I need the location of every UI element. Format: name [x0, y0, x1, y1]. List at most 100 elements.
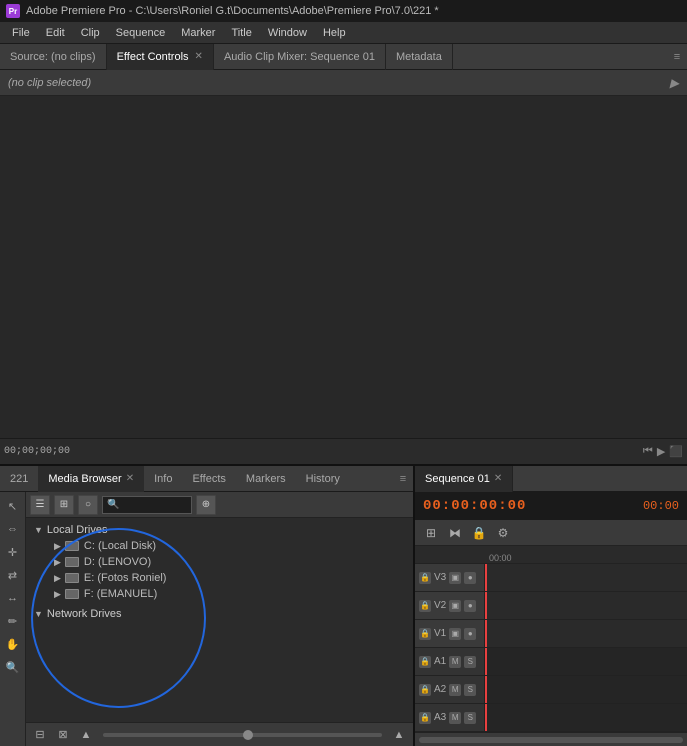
menu-window[interactable]: Window	[260, 25, 315, 41]
menu-marker[interactable]: Marker	[173, 25, 223, 41]
menu-sequence[interactable]: Sequence	[108, 25, 174, 41]
media-browser-panel: ☰ ⊞ ○ ⊕ ▼ Local Drives	[26, 492, 413, 746]
tool-pen[interactable]: ✏	[3, 611, 23, 631]
tool-settings[interactable]: ⚙	[493, 523, 513, 543]
drive-e[interactable]: ▶ E: (Fotos Roniel)	[26, 570, 413, 586]
icon-view-btn[interactable]: ○	[78, 495, 98, 515]
tab-metadata[interactable]: Metadata	[386, 44, 453, 70]
search-input[interactable]	[102, 496, 192, 514]
track-a3-m[interactable]: M	[449, 712, 461, 724]
menu-file[interactable]: File	[4, 25, 38, 41]
list-view-btn[interactable]: ⊞	[54, 495, 74, 515]
local-drives-header[interactable]: ▼ Local Drives	[26, 522, 413, 538]
vertical-toolbar: ↖ ⇔ ✛ ⇄ ↔ ✏ ✋ 🔍	[0, 492, 26, 746]
track-v3-lock[interactable]: 🔒	[419, 572, 431, 584]
grid-view-btn[interactable]: ⊟	[30, 726, 50, 744]
network-drives-arrow: ▼	[34, 609, 43, 619]
local-drives-group: ▼ Local Drives ▶ C: (Local Disk) ▶ D: (L…	[26, 522, 413, 602]
tool-move[interactable]: ✛	[3, 542, 23, 562]
tool-select[interactable]: ↖	[3, 496, 23, 516]
close-media-browser[interactable]: ✕	[126, 473, 134, 484]
seq-tools: ⊞ ⧓ 🔒 ⚙	[415, 520, 687, 546]
tab-markers[interactable]: Markers	[236, 466, 296, 492]
tab-info[interactable]: Info	[144, 466, 182, 492]
track-v1-cam[interactable]: ▣	[449, 628, 461, 640]
track-a1-lock[interactable]: 🔒	[419, 656, 431, 668]
thumb-view-btn[interactable]: ⊠	[53, 726, 73, 744]
track-v3-eye[interactable]: ●	[464, 572, 476, 584]
drive-d-arrow: ▶	[54, 557, 61, 568]
close-effect-controls[interactable]: ✕	[195, 51, 203, 62]
tool-magnet[interactable]: ⊞	[421, 523, 441, 543]
close-sequence[interactable]: ✕	[494, 473, 502, 484]
track-v3-body	[485, 564, 687, 591]
increase-btn[interactable]: ▲	[389, 726, 409, 744]
media-content: ▼ Local Drives ▶ C: (Local Disk) ▶ D: (L…	[26, 518, 413, 722]
menu-help[interactable]: Help	[315, 25, 354, 41]
top-panel-menu[interactable]: ≡	[667, 44, 687, 70]
tab-history[interactable]: History	[296, 466, 350, 492]
track-a3-lock[interactable]: 🔒	[419, 712, 431, 724]
track-v3-label: V3	[434, 572, 446, 583]
seq-timecode-bar: 00:00:00:00 00:00	[415, 492, 687, 520]
left-panel: 221 Media Browser ✕ Info Effects Markers…	[0, 466, 415, 746]
bottom-section: 221 Media Browser ✕ Info Effects Markers…	[0, 464, 687, 746]
menu-title[interactable]: Title	[223, 25, 259, 41]
track-a3-body	[485, 704, 687, 731]
track-a1-m[interactable]: M	[449, 656, 461, 668]
tool-resize[interactable]: ↔	[3, 588, 23, 608]
tool-lock-seq[interactable]: 🔒	[469, 523, 489, 543]
drive-c-arrow: ▶	[54, 541, 61, 552]
tab-221[interactable]: 221	[0, 466, 38, 492]
drive-c[interactable]: ▶ C: (Local Disk)	[26, 538, 413, 554]
drive-d[interactable]: ▶ D: (LENOVO)	[26, 554, 413, 570]
track-a3-s[interactable]: S	[464, 712, 476, 724]
track-v1-lock[interactable]: 🔒	[419, 628, 431, 640]
drive-f[interactable]: ▶ F: (EMANUEL)	[26, 586, 413, 602]
timecode-right: 00:00	[643, 499, 679, 513]
tool-slip[interactable]: ⇄	[3, 565, 23, 585]
menu-clip[interactable]: Clip	[73, 25, 108, 41]
track-v1-eye[interactable]: ●	[464, 628, 476, 640]
track-v2: 🔒 V2 ▣ ●	[415, 592, 687, 620]
network-drives-group: ▼ Network Drives	[26, 606, 413, 622]
track-a2-lock[interactable]: 🔒	[419, 684, 431, 696]
tool-hand[interactable]: ✋	[3, 634, 23, 654]
track-v2-lock[interactable]: 🔒	[419, 600, 431, 612]
track-a2-m[interactable]: M	[449, 684, 461, 696]
more-btn[interactable]: ⊕	[196, 495, 216, 515]
seq-tab-sequence01[interactable]: Sequence 01 ✕	[415, 466, 513, 492]
bottom-panel-menu[interactable]: ≡	[393, 466, 413, 492]
track-a2-s[interactable]: S	[464, 684, 476, 696]
playback-export[interactable]: ⬛	[669, 445, 683, 458]
top-tab-bar: Source: (no clips) Effect Controls ✕ Aud…	[0, 44, 687, 70]
tab-effect-controls[interactable]: Effect Controls ✕	[107, 44, 214, 70]
tool-arrows[interactable]: ⇔	[3, 519, 23, 539]
track-v2-eye[interactable]: ●	[464, 600, 476, 612]
tab-media-browser[interactable]: Media Browser ✕	[38, 466, 144, 492]
ruler-label-00: 00:00	[485, 553, 516, 563]
tab-effects[interactable]: Effects	[182, 466, 235, 492]
timecode-display[interactable]: 00:00:00:00	[423, 498, 526, 514]
tool-zoom[interactable]: 🔍	[3, 657, 23, 677]
playback-rewind[interactable]: ⏮	[643, 445, 653, 458]
seq-tab-bar: Sequence 01 ✕	[415, 466, 687, 492]
drive-f-icon	[65, 589, 79, 599]
filter-btn[interactable]: ☰	[30, 495, 50, 515]
tab-source[interactable]: Source: (no clips)	[0, 44, 107, 70]
track-a2-header: 🔒 A2 M S	[415, 676, 485, 703]
playback-play[interactable]: ▶	[657, 445, 665, 458]
seq-scrollbar[interactable]	[415, 732, 687, 746]
network-drives-header[interactable]: ▼ Network Drives	[26, 606, 413, 622]
tool-link[interactable]: ⧓	[445, 523, 465, 543]
track-v1: 🔒 V1 ▣ ●	[415, 620, 687, 648]
track-v2-cam[interactable]: ▣	[449, 600, 461, 612]
drive-c-icon	[65, 541, 79, 551]
track-a1-s[interactable]: S	[464, 656, 476, 668]
track-v2-label: V2	[434, 600, 446, 611]
decrease-btn[interactable]: ▲	[76, 726, 96, 744]
tab-audio-mixer[interactable]: Audio Clip Mixer: Sequence 01	[214, 44, 386, 70]
size-slider[interactable]	[103, 733, 382, 737]
menu-edit[interactable]: Edit	[38, 25, 73, 41]
track-v3-cam[interactable]: ▣	[449, 572, 461, 584]
